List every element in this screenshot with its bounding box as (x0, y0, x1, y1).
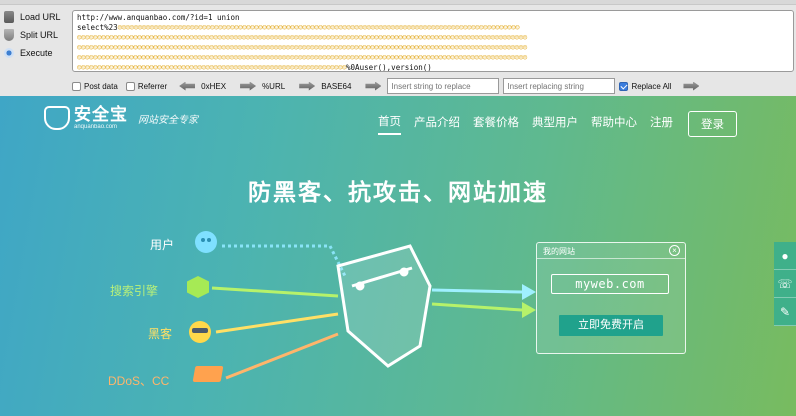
url-line-2-prefix: select%23 (77, 23, 118, 32)
clean-flow-arrow-2 (522, 302, 536, 318)
url-line-4: ☺☺☺☺☺☺☺☺☺☺☺☺☺☺☺☺☺☺☺☺☺☺☺☺☺☺☺☺☺☺☺☺☺☺☺☺☺☺☺☺… (77, 43, 527, 52)
phone-icon[interactable]: ☏ (774, 270, 796, 298)
clean-flow-arrow-1 (522, 284, 536, 300)
url-line-3: ☺☺☺☺☺☺☺☺☺☺☺☺☺☺☺☺☺☺☺☺☺☺☺☺☺☺☺☺☺☺☺☺☺☺☺☺☺☺☺☺… (77, 33, 527, 42)
clean-flow-line-1 (431, 288, 523, 294)
split-url-button[interactable]: Split URL (0, 26, 68, 44)
url-encode-label: %URL (262, 81, 286, 91)
post-data-checkbox[interactable]: Post data (72, 81, 118, 91)
user-label: 用户 (150, 238, 175, 252)
my-site-window-title: 我的网站 (537, 243, 685, 259)
replace-arrow-icon[interactable] (683, 81, 700, 91)
post-data-label: Post data (84, 81, 118, 91)
split-url-icon (4, 29, 14, 41)
load-url-label: Load URL (20, 12, 61, 22)
replacing-string-input[interactable] (503, 78, 616, 94)
base64-label: BASE64 (321, 81, 352, 91)
hackbar-toolbar: Load URL Split URL Execute http://www.an… (0, 0, 796, 96)
ddos-label: DDoS、CC (108, 374, 170, 388)
split-url-label: Split URL (20, 30, 59, 40)
url-line-2: select%23☺☺☺☺☺☺☺☺☺☺☺☺☺☺☺☺☺☺☺☺☺☺☺☺☺☺☺☺☺☺☺… (77, 23, 789, 33)
referrer-checkbox[interactable]: Referrer (125, 81, 168, 91)
hacker-face-icon (189, 321, 211, 343)
hackbar-actions: Load URL Split URL Execute (0, 8, 68, 62)
user-flow-line (222, 244, 347, 277)
hacker-label: 黑客 (148, 327, 173, 341)
qq-chat-icon[interactable]: ● (774, 242, 796, 270)
smiley-chars: ☺☺☺☺☺☺☺☺☺☺☺☺☺☺☺☺☺☺☺☺☺☺☺☺☺☺☺☺☺☺☺☺☺☺☺☺☺☺☺☺… (117, 23, 520, 32)
url-textarea[interactable]: http://www.anquanbao.com/?id=1 union sel… (72, 10, 794, 72)
execute-button[interactable]: Execute (0, 44, 68, 62)
execute-icon (4, 48, 14, 58)
ddos-flow-line (225, 332, 339, 380)
referrer-checkbox-box[interactable] (125, 81, 135, 91)
load-url-icon (4, 11, 14, 23)
replace-string-input[interactable] (387, 78, 500, 94)
shield-device-icon (336, 244, 432, 368)
hex-decode-arrow-icon[interactable] (179, 81, 196, 91)
search-flow-line (211, 286, 339, 298)
smiley-chars-end: ☺☺☺☺☺☺☺☺☺☺☺☺☺☺☺☺☺☺☺☺☺☺☺☺☺☺☺☺☺☺☺☺☺☺☺☺☺☺☺☺… (77, 63, 347, 72)
clean-flow-line-2 (431, 302, 523, 312)
website-banner: 安全宝 anquanbao.com 网站安全专家 首页 产品介绍 套餐价格 典型… (0, 96, 796, 416)
browser-tab-strip (0, 0, 796, 5)
replace-all-checkbox-box[interactable] (619, 81, 629, 91)
url-line-6: ☺☺☺☺☺☺☺☺☺☺☺☺☺☺☺☺☺☺☺☺☺☺☺☺☺☺☺☺☺☺☺☺☺☺☺☺☺☺☺☺… (77, 63, 789, 72)
pencil-icon[interactable]: ✎ (774, 298, 796, 326)
hex-encode-arrow-icon[interactable] (240, 81, 257, 91)
url-line-6-suffix: %0Auser(),version() (346, 63, 432, 72)
url-encode-arrow-icon[interactable] (299, 81, 316, 91)
url-line-1: http://www.anquanbao.com/?id=1 union (77, 13, 240, 22)
my-site-window: 我的网站 × myweb.com 立即免费开启 (536, 242, 686, 354)
side-tool-bar: ● ☏ ✎ (774, 242, 796, 326)
load-url-button[interactable]: Load URL (0, 8, 68, 26)
replace-all-checkbox[interactable]: Replace All (619, 81, 672, 91)
url-line-5: ☺☺☺☺☺☺☺☺☺☺☺☺☺☺☺☺☺☺☺☺☺☺☺☺☺☺☺☺☺☺☺☺☺☺☺☺☺☺☺☺… (77, 53, 527, 62)
ddos-truck-icon (192, 366, 224, 382)
post-data-checkbox-box[interactable] (72, 81, 81, 91)
close-icon: × (669, 245, 680, 256)
hackbar-options-row: Post data Referrer 0xHEX %URL BASE64 Rep… (72, 77, 796, 95)
user-smiley-icon (195, 231, 217, 253)
hex-label: 0xHEX (201, 81, 227, 91)
execute-label: Execute (20, 48, 53, 58)
referrer-label: Referrer (137, 81, 168, 91)
replace-all-label: Replace All (631, 81, 672, 91)
my-site-domain: myweb.com (551, 274, 669, 294)
base64-encode-arrow-icon[interactable] (365, 81, 382, 91)
free-start-button[interactable]: 立即免费开启 (559, 315, 663, 336)
hacker-flow-line (215, 312, 339, 334)
search-engine-label: 搜索引擎 (110, 284, 159, 298)
